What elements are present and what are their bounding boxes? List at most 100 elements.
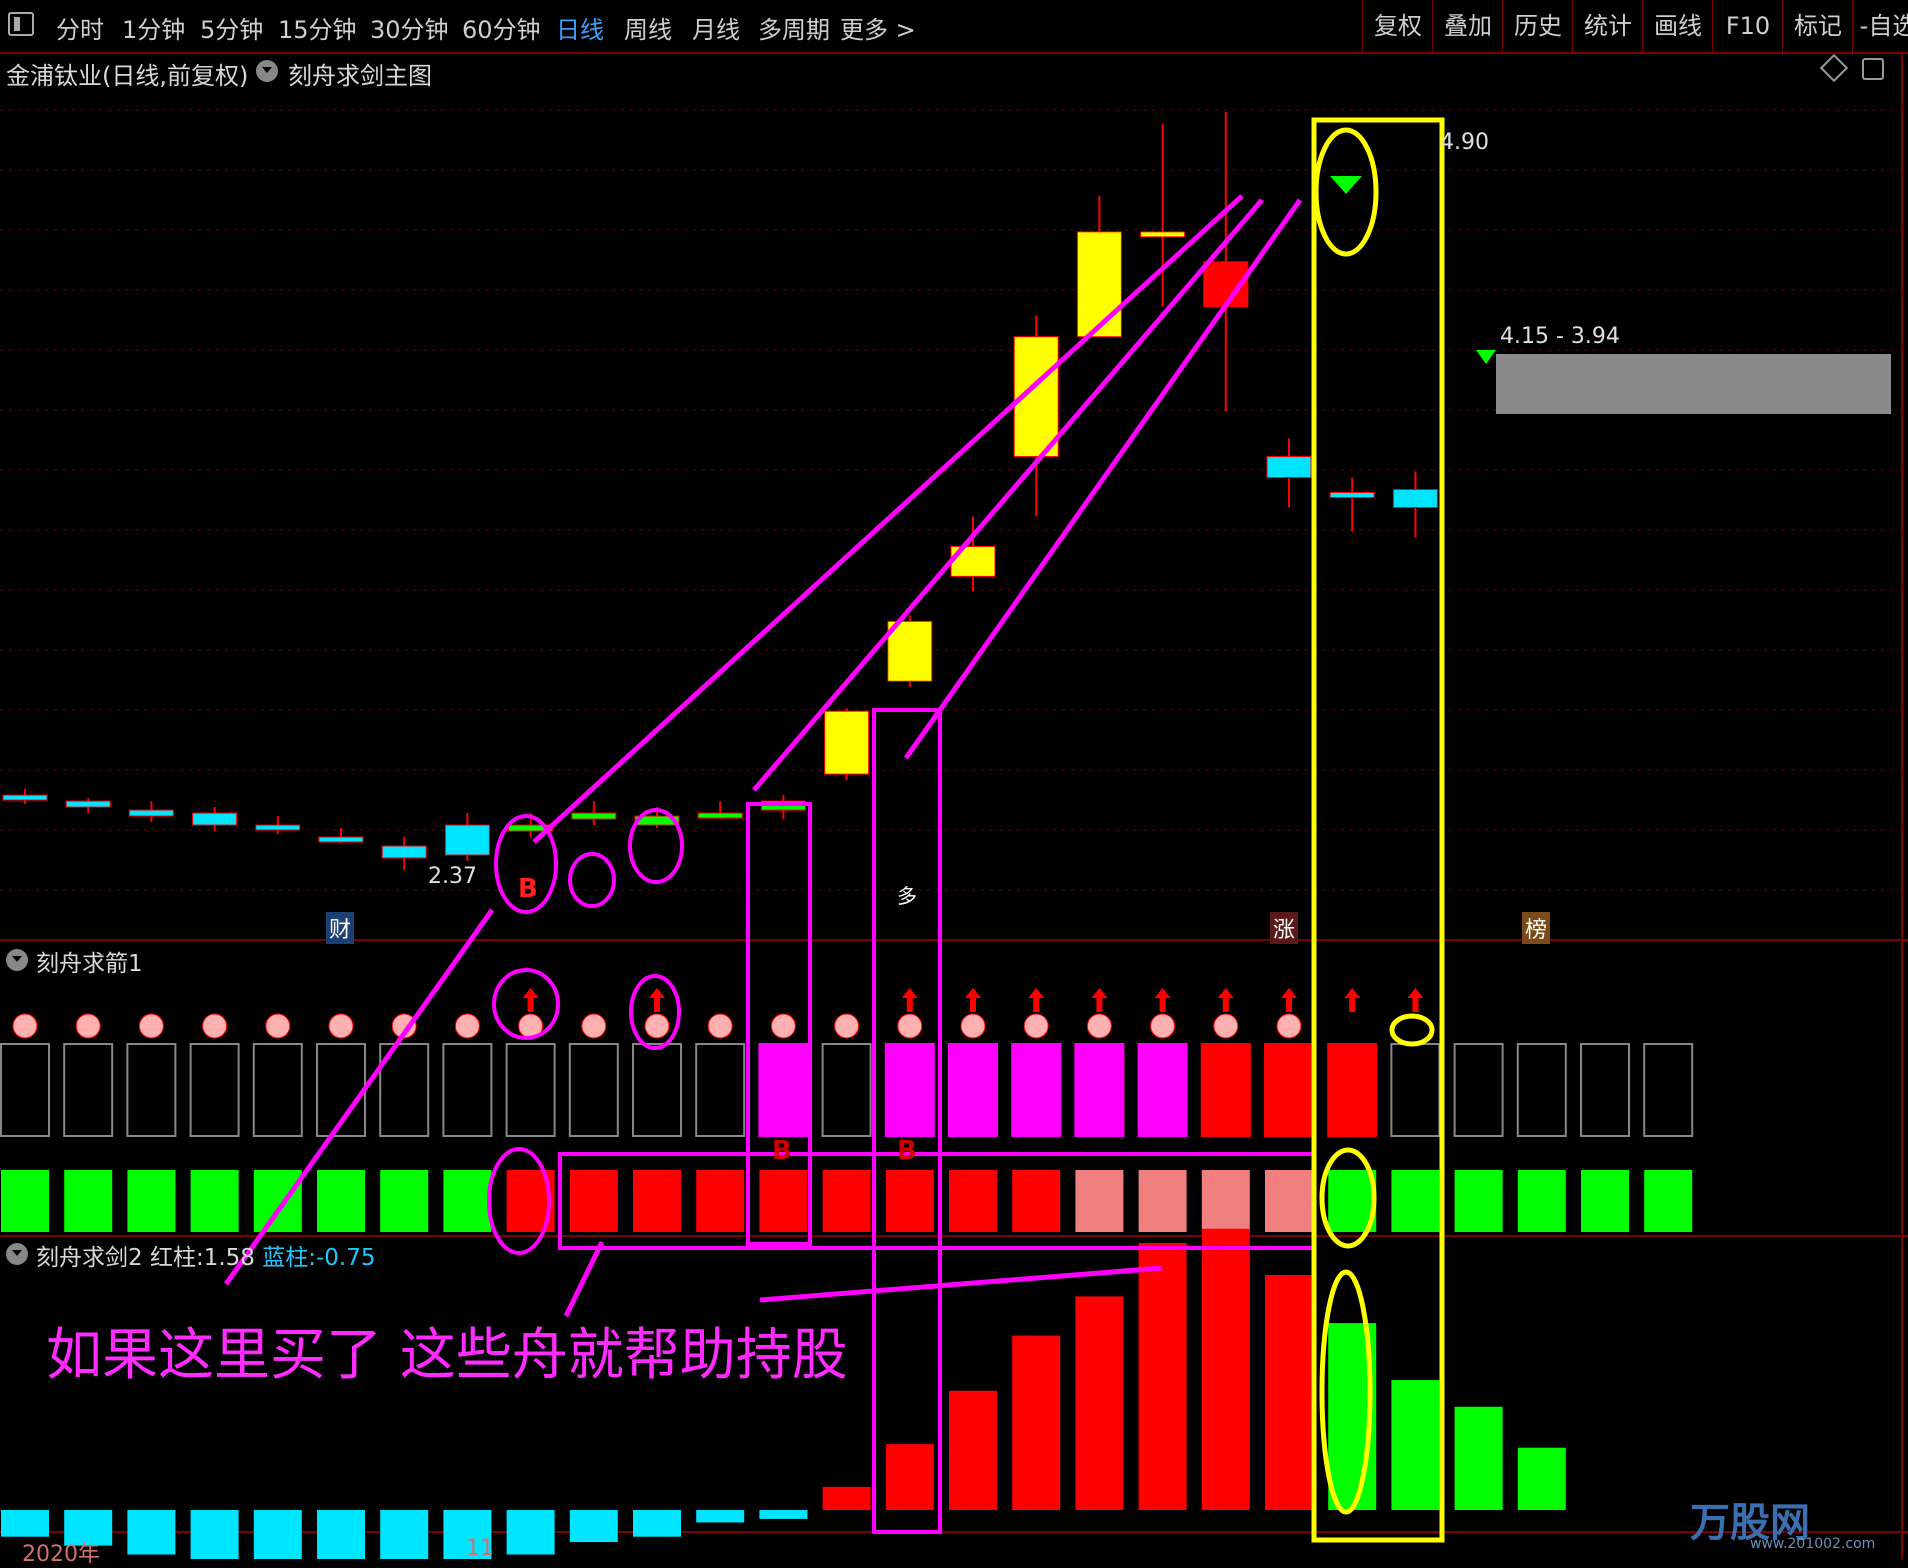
sub1-ball [1023,1013,1049,1039]
sub1-box [568,1043,619,1137]
sub2-bar [1075,1296,1124,1510]
sub1-signal-bar [253,1170,302,1232]
sub1-arrow [965,988,981,1012]
candle-body [1140,231,1186,238]
sub2-bar [949,1390,997,1510]
sub2-title[interactable]: 刻舟求剑2 [36,1245,143,1271]
sub1-ball [960,1013,986,1039]
sub1-box [1200,1043,1251,1137]
sub1-arrow [1407,988,1424,1012]
sub2-bar [1391,1380,1440,1510]
sub1-ball [1086,1013,1112,1039]
x-axis-month: 11 [466,1536,494,1561]
sub1-arrow [1154,988,1171,1012]
sub1-signal-bar [1581,1170,1629,1232]
sub2-bar [506,1510,555,1555]
tag-bang[interactable]: 榜 [1522,912,1551,944]
sub1-ball [644,1013,670,1039]
sub1-arrow [522,988,539,1012]
sub1-signal-bar [190,1170,239,1232]
sub1-signal-bar [380,1170,429,1232]
sub1-box [1453,1043,1504,1137]
sub1-signal-bar [1265,1170,1313,1232]
sub1-signal-bar [1391,1170,1440,1232]
sub1-signal-bar [1138,1170,1187,1232]
sub2-bar [696,1510,745,1523]
sub2-bar [127,1510,176,1555]
low-price-label: 2.37 [428,864,477,889]
sub1-collapse-icon[interactable] [6,949,28,971]
sub1-signal-bar [1,1170,49,1232]
annotation-arrow [563,1240,605,1318]
resistance-zone [1496,354,1891,414]
sub1-arrow [1344,988,1361,1012]
sub1-signal-bar [569,1170,618,1232]
candle-body [444,824,490,856]
sub1-ball [328,1013,354,1039]
sub1-ball [581,1013,607,1039]
sub1-box [189,1043,240,1137]
sub2-bar [380,1510,429,1559]
sub1-title[interactable]: 刻舟求箭1 [36,944,143,978]
candle-body [1266,456,1312,479]
x-axis-year: 2020年 [22,1542,100,1567]
candle-body [128,809,174,817]
sub1-ball [1213,1013,1239,1039]
sub1-box [1327,1043,1378,1137]
tag-zhang[interactable]: 涨 [1270,912,1299,944]
annotation-arrow [752,198,1264,792]
sub1-box [1516,1043,1567,1137]
sub2-bar [1454,1406,1503,1510]
candle-body [697,812,743,819]
sub1-ball [1150,1013,1176,1039]
sub1-arrow [1217,988,1234,1012]
sub2-bar [1012,1335,1061,1510]
duo-signal: 多 [897,884,917,908]
sub1-ball [770,1013,796,1039]
sub1-ball [75,1013,101,1039]
sub1-box [1074,1043,1125,1137]
zone-price-label: 4.15 - 3.94 [1500,324,1620,349]
sub1-ball [834,1013,860,1039]
sub2-bar [1138,1243,1187,1510]
sub1-ball [454,1013,480,1039]
sub1-arrow [901,988,918,1012]
candle-body [192,812,238,826]
candle-body [1076,231,1122,338]
candle-body [571,812,617,820]
candle-body [381,845,427,859]
sub1-box [758,1043,809,1137]
high-price-label: 4.90 [1440,130,1489,155]
tag-cai[interactable]: 财 [326,912,355,944]
sub1-b-label-2: B [897,1136,917,1166]
sub1-box [1580,1043,1630,1137]
annotation-text: 如果这里买了 这些舟就帮助持股 [46,1323,848,1388]
sub1-box [695,1043,746,1137]
sub1-box [1643,1043,1694,1137]
sub1-box [252,1043,303,1137]
sub1-ball [202,1013,228,1039]
sub2-bar [822,1486,871,1510]
sub2-bar [1,1510,49,1537]
sell-arrow [1476,350,1496,364]
sub2-bar [633,1510,681,1537]
sub2-red-label: 红柱: [149,1245,204,1271]
candle-body [1392,489,1438,508]
sub1-signal-bar [1454,1170,1503,1232]
sub1-b-label-1: B [772,1136,792,1166]
sub1-box [442,1043,493,1137]
sub2-bar [1201,1228,1250,1510]
sub1-arrow [1028,988,1045,1012]
sub1-signal-bar [443,1170,492,1232]
sub1-box [1264,1043,1314,1137]
sub2-red-value: 1.58 [203,1245,255,1271]
sub2-bar [253,1510,302,1559]
sub2-legend: 刻舟求剑2 红柱:1.58 蓝柱:-0.75 [36,1238,376,1272]
sub1-ball [897,1013,923,1039]
sub1-signal-bar [1517,1170,1566,1232]
sub1-ball [707,1013,733,1039]
sub1-ball [138,1013,164,1039]
sub2-collapse-icon[interactable] [6,1243,28,1265]
sub1-box [0,1043,50,1137]
sub1-signal-bar [1201,1170,1250,1232]
